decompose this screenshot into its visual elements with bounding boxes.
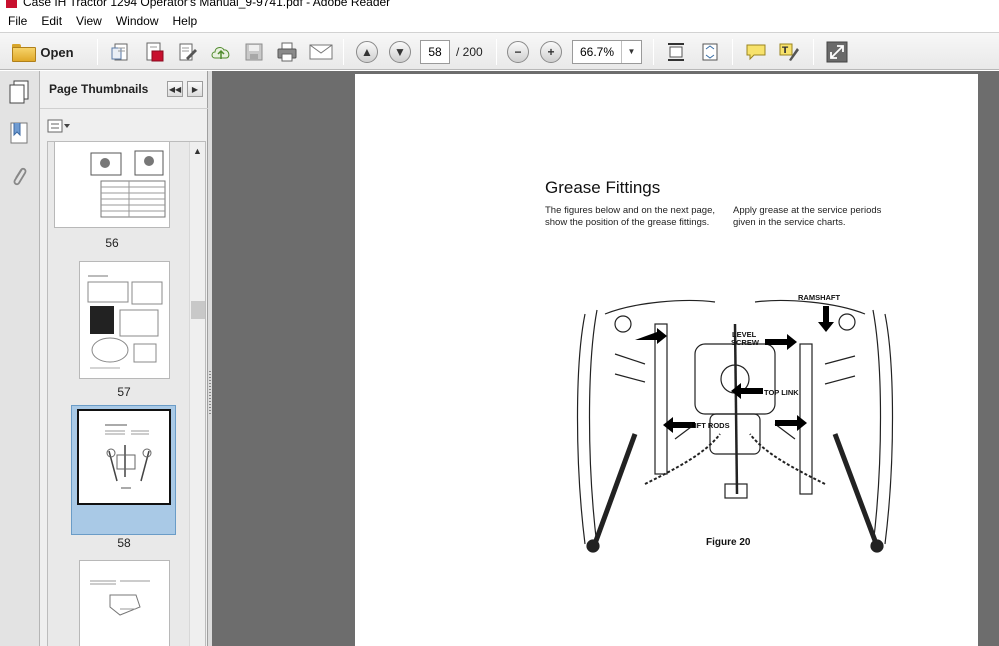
upload-button[interactable]	[207, 39, 235, 65]
printer-icon	[277, 42, 297, 62]
zoom-select[interactable]: 66.7% ▼	[572, 40, 642, 64]
menu-view[interactable]: View	[69, 11, 109, 31]
page-total: / 200	[456, 45, 483, 59]
create-pdf-icon	[111, 43, 128, 61]
page-thumbnails-nav-button[interactable]	[7, 79, 31, 108]
attachments-nav-button[interactable]	[9, 163, 29, 192]
thumbnail-preview	[90, 150, 166, 218]
bookmarks-nav-button[interactable]	[9, 121, 29, 148]
fit-width-button[interactable]	[663, 39, 689, 65]
save-button[interactable]	[241, 39, 267, 65]
expand-panel-icon[interactable]: ▶	[187, 81, 203, 97]
create-pdf-button[interactable]	[108, 39, 134, 65]
page-heading: Grease Fittings	[545, 178, 661, 197]
expand-icon	[826, 41, 848, 63]
thumbnail-list: 56 57 58 ▲	[47, 141, 206, 646]
paperclip-icon	[13, 167, 27, 186]
thumbnail-page-number: 58	[117, 536, 131, 550]
label-level-screw-line2: SCREW	[731, 338, 759, 347]
options-list-icon	[47, 119, 70, 133]
scroll-up-icon[interactable]: ▲	[190, 144, 205, 158]
label-top-link: TOP LINK	[764, 388, 799, 397]
intro-text-right: Apply grease at the service periods give…	[733, 205, 882, 228]
tractor-hitch-illustration	[576, 299, 894, 553]
minus-icon: −	[507, 41, 529, 63]
arrow-up-icon: ▲	[356, 41, 378, 63]
comment-button[interactable]	[743, 39, 769, 65]
toolbar-separator	[97, 39, 98, 65]
toolbar-separator	[496, 39, 497, 65]
panel-title: Page Thumbnails	[49, 82, 149, 96]
email-button[interactable]	[307, 39, 335, 65]
thumbnail-scrollbar[interactable]: ▲	[189, 142, 205, 646]
intro-text-left: The figures below and on the next page, …	[545, 205, 715, 228]
toolbar-separator	[813, 39, 814, 65]
label-lift-rods: LIFT RODS	[690, 421, 730, 430]
menu-bar: File Edit View Window Help	[0, 11, 999, 31]
splitter-grip[interactable]	[209, 371, 211, 415]
menu-edit[interactable]: Edit	[34, 11, 69, 31]
collapse-panel-icon[interactable]: ◀◀	[167, 81, 183, 97]
options-menu-button[interactable]	[47, 118, 71, 134]
arrow-down-icon: ▼	[389, 41, 411, 63]
zoom-in-button[interactable]: +	[538, 39, 564, 65]
full-screen-button[interactable]	[823, 39, 851, 65]
label-ramshaft: RAMSHAFT	[798, 293, 841, 302]
pdf-convert-icon	[146, 42, 164, 62]
thumbnail-page[interactable]	[54, 142, 170, 228]
plus-icon: +	[540, 41, 562, 63]
svg-text:T: T	[782, 46, 789, 56]
window-title: Case IH Tractor 1294 Operator's Manual_9…	[23, 0, 391, 9]
open-button-label: Open	[40, 44, 74, 60]
folder-icon	[12, 44, 37, 62]
toolbar-separator	[343, 39, 344, 65]
save-icon	[245, 43, 263, 61]
panel-header: Page Thumbnails ◀◀ ▶	[40, 71, 208, 109]
thumbnail-page[interactable]	[79, 261, 170, 379]
fit-page-icon	[702, 43, 718, 61]
page-number-input[interactable]: 58	[420, 40, 450, 64]
open-button[interactable]: Open	[6, 39, 80, 65]
speech-bubble-icon	[746, 44, 766, 61]
convert-pdf-button[interactable]	[141, 39, 167, 65]
edit-document-icon	[179, 43, 197, 61]
fit-page-button[interactable]	[697, 39, 723, 65]
print-button[interactable]	[274, 39, 300, 65]
adobe-reader-icon	[6, 0, 17, 8]
thumbnail-page-number: 56	[105, 236, 119, 250]
menu-window[interactable]: Window	[109, 11, 166, 31]
cloud-upload-icon	[211, 47, 230, 59]
thumbnail-preview	[87, 275, 163, 369]
highlight-text-icon: T	[779, 43, 799, 61]
chevron-down-icon[interactable]: ▼	[621, 41, 641, 63]
highlight-button[interactable]: T	[776, 39, 802, 65]
zoom-out-button[interactable]: −	[505, 39, 531, 65]
menu-help[interactable]: Help	[166, 11, 205, 31]
toolbar: Open ▲ ▼ 58 / 200 − + 66.7% ▼ T	[0, 32, 999, 70]
zoom-value: 66.7%	[580, 45, 615, 59]
fit-width-icon	[668, 43, 684, 61]
edit-pdf-button[interactable]	[174, 39, 200, 65]
document-view[interactable]: Grease Fittings The figures below and on…	[212, 71, 999, 646]
thumbnail-page[interactable]	[79, 560, 170, 646]
thumbnail-preview	[105, 424, 152, 489]
pages-icon	[9, 80, 29, 104]
figure-caption: Figure 20	[706, 537, 751, 548]
thumbnail-page-current[interactable]	[77, 409, 171, 505]
navigation-rail	[0, 71, 40, 646]
scrollbar-thumb[interactable]	[191, 301, 205, 319]
envelope-icon	[309, 44, 333, 60]
previous-page-button[interactable]: ▲	[354, 39, 380, 65]
thumbnail-page-number: 57	[117, 385, 131, 399]
menu-file[interactable]: File	[0, 11, 34, 31]
thumbnails-panel: Page Thumbnails ◀◀ ▶ 56 57 58 ▲	[40, 71, 208, 646]
thumbnail-preview	[90, 580, 150, 616]
next-page-button[interactable]: ▼	[387, 39, 413, 65]
document-page: Grease Fittings The figures below and on…	[355, 74, 978, 646]
toolbar-separator	[732, 39, 733, 65]
bookmark-icon	[10, 122, 28, 144]
toolbar-separator	[653, 39, 654, 65]
title-bar: Case IH Tractor 1294 Operator's Manual_9…	[0, 0, 999, 10]
